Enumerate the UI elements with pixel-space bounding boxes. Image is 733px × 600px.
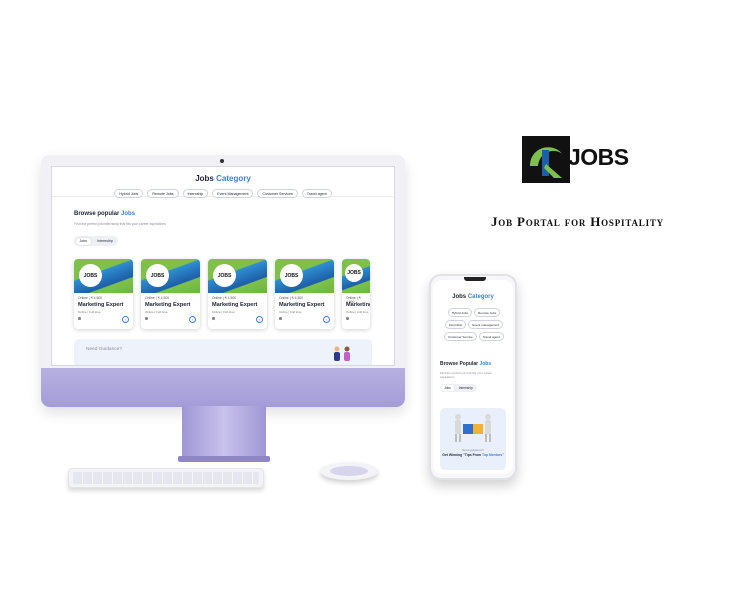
calendar-icon bbox=[78, 317, 81, 320]
job-card-banner: JOBS bbox=[74, 259, 133, 293]
mobile-category-travel[interactable]: Travel agent bbox=[478, 332, 504, 341]
desktop-browse-accent: Jobs bbox=[121, 211, 136, 217]
job-card[interactable]: JOBS Online | ₹ 4,500 Marketing Expert O… bbox=[74, 259, 133, 329]
imac-stand-foot bbox=[178, 456, 270, 462]
job-card[interactable]: JOBS Online | ₹ 4,500 Marketing Online |… bbox=[342, 259, 370, 329]
job-card-location: Online | Full time bbox=[212, 310, 235, 314]
mobile-banner-line2-plain: Get Winning "Tips From bbox=[442, 453, 482, 457]
mobile-toggle-internship[interactable]: Internship bbox=[456, 385, 476, 391]
job-card-banner: JOBS bbox=[275, 259, 334, 293]
job-card-role: Marketing Expert bbox=[78, 302, 124, 308]
mobile-category-list: Hybrid Jobs Remote Jobs Internship Event… bbox=[439, 308, 509, 341]
brand-logo-icon bbox=[522, 136, 570, 183]
desktop-category-row: Hybrid Jobs Remote Jobs Internship Event… bbox=[52, 189, 394, 198]
mobile-category-hybrid[interactable]: Hybrid Jobs bbox=[447, 308, 473, 317]
calendar-icon bbox=[279, 317, 282, 320]
arrow-right-icon[interactable]: › bbox=[122, 316, 129, 323]
desktop-screen: Jobs Category Hybrid Jobs Remote Jobs In… bbox=[51, 166, 395, 366]
job-card[interactable]: JOBS Online | ₹ 4,500 Marketing Expert O… bbox=[275, 259, 334, 329]
mobile-title-accent: Category bbox=[467, 294, 494, 300]
jobs-logo-icon: JOBS bbox=[146, 264, 169, 287]
camera-icon bbox=[220, 159, 224, 163]
toggle-internship[interactable]: Internship bbox=[93, 238, 117, 245]
imac-stand bbox=[182, 406, 266, 458]
job-card-location: Online | Full time bbox=[78, 310, 101, 314]
job-card[interactable]: JOBS Online | ₹ 4,500 Marketing Expert O… bbox=[208, 259, 267, 329]
mobile-page-title: Jobs Category bbox=[433, 294, 513, 300]
desktop-page-title: Jobs Category bbox=[52, 174, 394, 183]
job-card-role: Marketing Expert bbox=[145, 302, 191, 308]
calendar-icon bbox=[145, 317, 148, 320]
job-card-location: Online | Full time bbox=[279, 310, 302, 314]
mobile-category-remote[interactable]: Remote Jobs bbox=[474, 308, 501, 317]
mobile-banner-line2-accent: Top Mentors" bbox=[482, 453, 504, 457]
puzzle-team-illustration-icon bbox=[455, 414, 491, 442]
job-card-banner: JOBS bbox=[208, 259, 267, 293]
mobile-jobs-toggle: Jobs Internship bbox=[440, 384, 477, 393]
job-card-banner: JOBS bbox=[141, 259, 200, 293]
job-card-role: Marketing Expert bbox=[279, 302, 325, 308]
job-card-role: Marketing bbox=[346, 302, 370, 308]
mobile-category-customer[interactable]: Customer Service bbox=[444, 332, 477, 341]
mobile-browse-heading: Browse Popular Jobs bbox=[440, 361, 491, 367]
mobile-category-event[interactable]: Event management bbox=[468, 320, 504, 329]
phone-notch bbox=[464, 277, 486, 281]
jobs-logo-icon: JOBS bbox=[213, 264, 236, 287]
jobs-logo-icon: JOBS bbox=[79, 264, 102, 287]
arrow-right-icon[interactable]: › bbox=[256, 316, 263, 323]
arrow-right-icon[interactable]: › bbox=[189, 316, 196, 323]
guidance-text: Need Guidance? bbox=[86, 347, 123, 352]
mobile-guidance-banner[interactable]: Need guidance? Get Winning "Tips From To… bbox=[440, 408, 506, 470]
mobile-title-plain: Jobs bbox=[452, 294, 467, 300]
calendar-icon bbox=[212, 317, 215, 320]
job-card-meta: Online | ₹ 4,500 bbox=[212, 296, 237, 300]
calendar-icon bbox=[346, 317, 349, 320]
desktop-browse-plain: Browse popular bbox=[74, 211, 120, 217]
keyboard-keys bbox=[73, 472, 259, 484]
mobile-screen: Jobs Category Hybrid Jobs Remote Jobs In… bbox=[433, 280, 513, 474]
mobile-banner-line2: Get Winning "Tips From Top Mentors" bbox=[440, 453, 506, 457]
job-card-location: Online | Full time bbox=[145, 310, 168, 314]
jobs-logo-icon: JOBS bbox=[345, 264, 363, 282]
guidance-banner[interactable]: Need Guidance? bbox=[74, 339, 372, 365]
category-pill-travel[interactable]: Travel agent bbox=[301, 189, 332, 198]
category-pill-event[interactable]: Event Management bbox=[212, 189, 254, 198]
toggle-jobs[interactable]: Jobs bbox=[75, 237, 92, 245]
mobile-browse-subtitle: Find the perfect job that fits your care… bbox=[440, 371, 493, 379]
job-card-meta: Online | ₹ 4,500 bbox=[145, 296, 170, 300]
mobile-browse-accent: Jobs bbox=[479, 361, 492, 367]
brand-tagline: Job Portal for Hospitality bbox=[491, 214, 664, 229]
job-card[interactable]: JOBS Online | ₹ 4,500 Marketing Expert O… bbox=[141, 259, 200, 329]
job-card-list: JOBS Online | ₹ 4,500 Marketing Expert O… bbox=[74, 259, 370, 329]
desktop-title-plain: Jobs bbox=[195, 174, 214, 183]
mobile-toggle-jobs[interactable]: Jobs bbox=[441, 385, 454, 392]
mobile-banner-line1: Need guidance? bbox=[462, 448, 484, 452]
arrow-right-icon[interactable]: › bbox=[323, 316, 330, 323]
category-pill-remote[interactable]: Remote Jobs bbox=[147, 189, 179, 198]
mentors-illustration-icon bbox=[334, 346, 350, 361]
brand-logo-mark-icon bbox=[530, 147, 562, 178]
category-pill-hybrid[interactable]: Hybrid Jobs bbox=[114, 189, 144, 198]
desktop-browse-subtitle: Find the perfect job/internship that fit… bbox=[74, 222, 166, 226]
mouse bbox=[320, 462, 378, 480]
brand-logo-text: JOBS bbox=[568, 144, 629, 170]
mobile-browse-plain: Browse Popular bbox=[440, 361, 479, 367]
desktop-title-accent: Category bbox=[216, 174, 251, 183]
imac-chin bbox=[41, 368, 405, 407]
job-card-meta: Online | ₹ 4,500 bbox=[279, 296, 304, 300]
category-pill-internship[interactable]: Internship bbox=[182, 189, 209, 198]
job-card-meta: Online | ₹ 4,500 bbox=[78, 296, 103, 300]
category-pill-customer[interactable]: Customer Services bbox=[257, 189, 298, 198]
mockup-stage: Jobs Category Hybrid Jobs Remote Jobs In… bbox=[0, 0, 733, 600]
job-card-location: Online | Full time bbox=[346, 310, 369, 314]
job-card-banner: JOBS bbox=[342, 259, 370, 293]
mobile-category-internship[interactable]: Internship bbox=[444, 320, 467, 329]
keyboard bbox=[68, 468, 264, 488]
job-card-role: Marketing Expert bbox=[212, 302, 258, 308]
desktop-jobs-toggle: Jobs Internship bbox=[74, 236, 119, 246]
desktop-browse-heading: Browse popular Jobs bbox=[74, 211, 135, 217]
jobs-logo-icon: JOBS bbox=[280, 264, 303, 287]
